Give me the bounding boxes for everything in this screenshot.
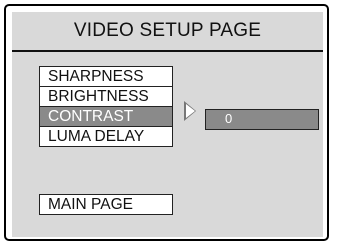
menu-item-contrast[interactable]: CONTRAST <box>39 106 173 127</box>
page-title: VIDEO SETUP PAGE <box>12 12 323 52</box>
right-arrow-icon-fill <box>186 104 195 118</box>
menu-item-sharpness[interactable]: SHARPNESS <box>39 66 173 87</box>
main-page-button[interactable]: MAIN PAGE <box>39 194 173 215</box>
menu-item-luma-delay[interactable]: LUMA DELAY <box>39 126 173 147</box>
contrast-value-field[interactable]: 0 <box>205 109 319 130</box>
menu-item-brightness[interactable]: BRIGHTNESS <box>39 86 173 107</box>
